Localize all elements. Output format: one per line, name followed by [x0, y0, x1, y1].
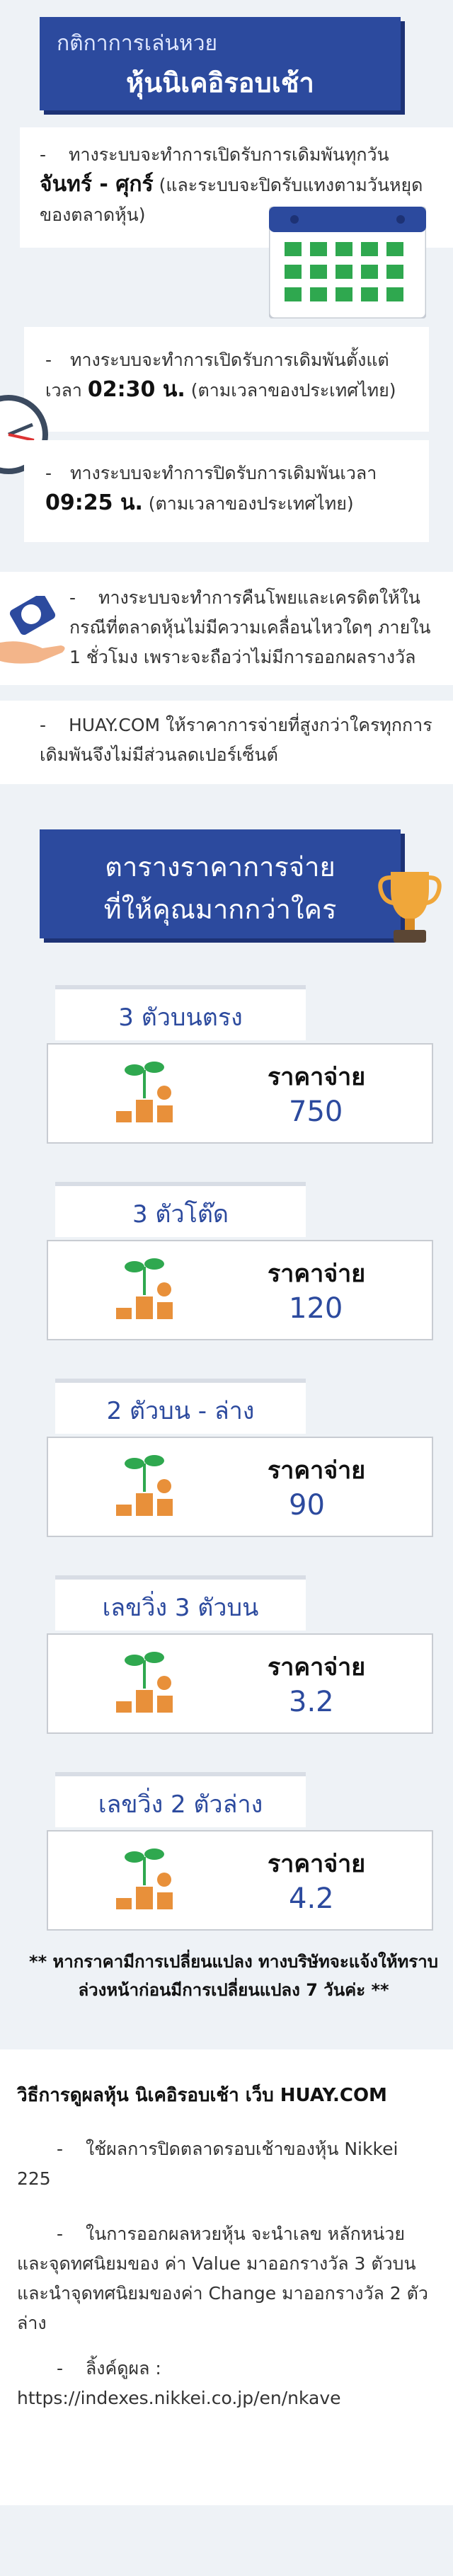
price-value: 90 — [289, 1489, 325, 1522]
refund-hand-icon — [0, 596, 65, 664]
price-card: ราคาจ่าย 3.2 — [47, 1633, 433, 1734]
rule-item-4: - ทางระบบจะทำการคืนโพยและเครดิตให้ในกรณี… — [0, 572, 453, 685]
tier-name: 2 ตัวบน - ล่าง — [106, 1397, 255, 1425]
tier-name-card: 2 ตัวบน - ล่าง — [55, 1379, 306, 1434]
tier-name-card: 3 ตัวบนตรง — [55, 985, 306, 1040]
price-value: 750 — [289, 1096, 343, 1128]
rules-subtitle: กติกาการเล่นหวย — [57, 31, 218, 56]
calendar-icon — [269, 207, 426, 318]
price-label: ราคาจ่าย — [268, 1850, 366, 1878]
price-label: ราคาจ่าย — [268, 1653, 366, 1681]
rules-section: กติกาการเล่นหวย หุ้นนิเคอิรอบเช้า - ทางร… — [0, 0, 453, 786]
tier-name: 3 ตัวบนตรง — [118, 1004, 243, 1032]
price-label: ราคาจ่าย — [268, 1260, 366, 1288]
rule-1-text: ทางระบบจะทำการเปิดรับการเดิมพันทุกวัน — [68, 144, 389, 165]
price-card: ราคาจ่าย 750 — [47, 1043, 433, 1144]
price-card: ราคาจ่าย 120 — [47, 1240, 433, 1340]
price-label: ราคาจ่าย — [268, 1456, 366, 1485]
money-plant-icon — [116, 1848, 173, 1909]
price-card: ราคาจ่าย 4.2 — [47, 1830, 433, 1931]
tier-name: เลขวิ่ง 3 ตัวบน — [102, 1594, 259, 1622]
price-value: 4.2 — [289, 1882, 334, 1915]
rule-2-note: (ตามเวลาของประเทศไทย) — [190, 380, 396, 401]
price-value: 120 — [289, 1292, 343, 1325]
howto-item-1: - ใช้ผลการปิดตลาดรอบเช้าของหุ้น Nikkei 2… — [17, 2134, 435, 2194]
tier-name: เลขวิ่ง 2 ตัวล่าง — [98, 1790, 263, 1819]
howto-link[interactable]: ลิ้งค์ดูผล : https://indexes.nikkei.co.j… — [17, 2358, 341, 2408]
dash: - — [40, 144, 47, 165]
rule-3-time: 09:25 น. — [45, 490, 143, 515]
money-plant-icon — [116, 1652, 173, 1713]
payout-title-line1: ตารางราคาการจ่าย — [105, 851, 336, 882]
money-plant-icon — [116, 1062, 173, 1122]
tier-name-card: เลขวิ่ง 2 ตัวล่าง — [55, 1772, 306, 1827]
tier-name: 3 ตัวโต๊ด — [132, 1200, 229, 1229]
dash: - — [69, 587, 76, 608]
rule-item-3: - ทางระบบจะทำการปิดรับการเดิมพันเวลา 09:… — [24, 440, 429, 542]
payout-title-line2: ที่ให้คุณมากกว่าใคร — [103, 894, 337, 925]
rule-item-5: - HUAY.COM ให้ราคาการจ่ายที่สูงกว่าใครทุ… — [0, 701, 453, 784]
rule-2-time: 02:30 น. — [87, 377, 185, 402]
howto-item-2: - ในการออกผลหวยหุ้น จะนำเลข หลักหน่วยและ… — [17, 2219, 435, 2338]
dash: - — [57, 2139, 64, 2159]
money-plant-icon — [116, 1455, 173, 1516]
payout-note: ** หากราคามีการเปลี่ยนแปลง ทางบริษัทจะแจ… — [29, 1952, 438, 2000]
rule-5-text: HUAY.COM ให้ราคาการจ่ายที่สูงกว่าใครทุกก… — [40, 715, 432, 765]
howto-text: ใช้ผลการปิดตลาดรอบเช้าของหุ้น Nikkei 225 — [17, 2139, 398, 2189]
dash: - — [45, 350, 52, 370]
dash: - — [57, 2224, 64, 2244]
ribbon-edge — [55, 1772, 306, 1776]
howto-text: ในการออกผลหวยหุ้น จะนำเลข หลักหน่วยและจุ… — [17, 2224, 428, 2333]
price-card: ราคาจ่าย 90 — [47, 1437, 433, 1537]
howto-title: วิธีการดูผลหุ้น นิเคอิรอบเช้า เว็บ HUAY.… — [17, 2085, 387, 2106]
rules-title: หุ้นนิเคอิรอบเช้า — [126, 67, 314, 98]
tier-name-card: เลขวิ่ง 3 ตัวบน — [55, 1575, 306, 1631]
rule-3-note: (ตามเวลาของประเทศไทย) — [148, 493, 354, 514]
rule-4-text: ทางระบบจะทำการคืนโพยและเครดิตให้ในกรณีที… — [69, 587, 431, 667]
dash: - — [57, 2358, 64, 2379]
dash: - — [40, 715, 47, 735]
ribbon-edge — [55, 1379, 306, 1383]
howto-section: วิธีการดูผลหุ้น นิเคอิรอบเช้า เว็บ HUAY.… — [0, 2049, 453, 2505]
price-label: ราคาจ่าย — [268, 1063, 366, 1091]
howto-item-3: - ลิ้งค์ดูผล : https://indexes.nikkei.co… — [17, 2354, 435, 2413]
ribbon-edge — [55, 1182, 306, 1186]
ribbon-edge — [55, 1575, 306, 1580]
money-plant-icon — [116, 1258, 173, 1319]
trophy-icon — [378, 872, 442, 943]
tier-name-card: 3 ตัวโต๊ด — [55, 1182, 306, 1237]
rule-item-2: - ทางระบบจะทำการเปิดรับการเดิมพันตั้งแต่… — [24, 327, 429, 432]
payout-banner: ตารางราคาการจ่าย ที่ให้คุณมากกว่าใคร — [40, 829, 401, 938]
rules-banner: กติกาการเล่นหวย หุ้นนิเคอิรอบเช้า — [40, 17, 401, 110]
rule-1-days: จันทร์ - ศุกร์ — [40, 172, 154, 197]
payout-section: ตารางราคาการจ่าย ที่ให้คุณมากกว่าใคร 3 ต… — [0, 800, 453, 2042]
dash: - — [45, 463, 52, 483]
ribbon-edge — [55, 985, 306, 989]
rule-3-text: ทางระบบจะทำการปิดรับการเดิมพันเวลา — [69, 463, 377, 483]
price-value: 3.2 — [289, 1686, 334, 1718]
